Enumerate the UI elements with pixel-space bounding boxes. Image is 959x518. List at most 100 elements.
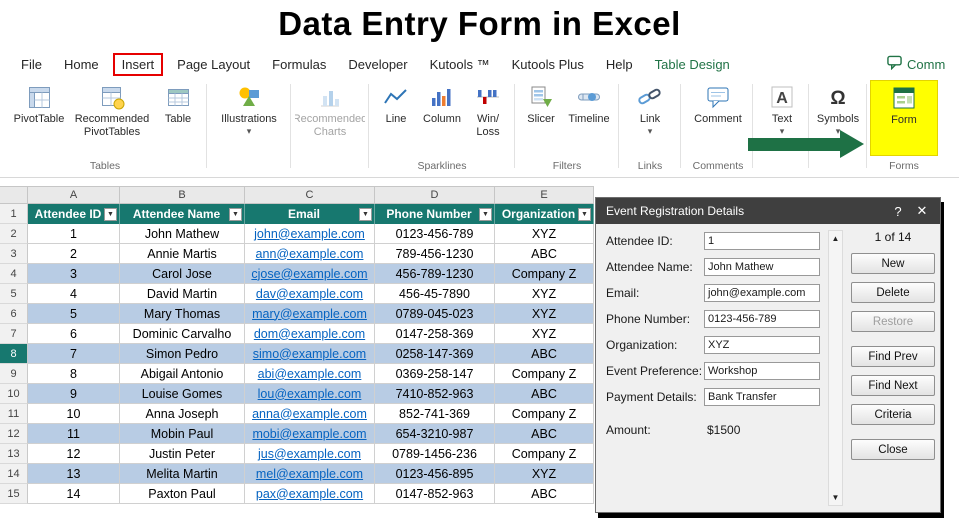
header-organization[interactable]: Organization ▼ — [495, 204, 594, 224]
cell-attendee-name[interactable]: Carol Jose — [120, 264, 245, 284]
cell-attendee-id[interactable]: 7 — [28, 344, 120, 364]
cell-email[interactable]: abi@example.com — [245, 364, 375, 384]
cell-email[interactable]: lou@example.com — [245, 384, 375, 404]
cell-attendee-name[interactable]: Mobin Paul — [120, 424, 245, 444]
recommended-charts-button[interactable]: Recommended Charts — [295, 80, 365, 141]
row-number[interactable]: 11 — [0, 404, 28, 424]
header-email[interactable]: Email ▼ — [245, 204, 375, 224]
cell-attendee-id[interactable]: 5 — [28, 304, 120, 324]
ribbon-tab[interactable]: Help — [595, 53, 644, 76]
cell-email[interactable]: dom@example.com — [245, 324, 375, 344]
line-sparkline-button[interactable]: Line — [375, 80, 417, 129]
link-button[interactable]: Link ▾ — [625, 80, 675, 138]
cell-attendee-id[interactable]: 14 — [28, 484, 120, 504]
select-all-corner[interactable] — [0, 187, 28, 203]
column-header-d[interactable]: D — [375, 187, 495, 203]
cell-attendee-name[interactable]: Dominic Carvalho — [120, 324, 245, 344]
column-header-c[interactable]: C — [245, 187, 375, 203]
cell-phone-number[interactable]: 456-45-7890 — [375, 284, 495, 304]
cell-organization[interactable]: ABC — [495, 484, 594, 504]
ribbon-tab[interactable]: Developer — [337, 53, 418, 76]
ribbon-tab[interactable]: Page Layout — [166, 53, 261, 76]
field-input[interactable]: XYZ — [704, 335, 820, 354]
scroll-down-icon[interactable]: ▼ — [829, 490, 842, 505]
field-input[interactable]: Workshop — [704, 361, 820, 380]
illustrations-button[interactable]: Illustrations ▾ — [211, 80, 287, 138]
row-number[interactable]: 7 — [0, 324, 28, 344]
field-input[interactable]: Bank Transfer — [704, 387, 820, 406]
row-number[interactable]: 8 — [0, 344, 28, 364]
column-header-b[interactable]: B — [120, 187, 245, 203]
cell-attendee-name[interactable]: Melita Martin — [120, 464, 245, 484]
ribbon-tab[interactable]: Kutools Plus — [501, 53, 595, 76]
dialog-button[interactable]: Find Next — [851, 375, 935, 396]
dialog-button[interactable]: Close — [851, 439, 935, 460]
cell-attendee-id[interactable]: 13 — [28, 464, 120, 484]
cell-email[interactable]: dav@example.com — [245, 284, 375, 304]
cell-attendee-id[interactable]: 2 — [28, 244, 120, 264]
filter-icon[interactable]: ▼ — [359, 207, 372, 221]
cell-organization[interactable]: ABC — [495, 384, 594, 404]
filter-icon[interactable]: ▼ — [578, 207, 591, 221]
win-loss-sparkline-button[interactable]: Win/ Loss — [467, 80, 509, 141]
cell-attendee-id[interactable]: 1 — [28, 224, 120, 244]
row-number[interactable]: 10 — [0, 384, 28, 404]
cell-attendee-id[interactable]: 8 — [28, 364, 120, 384]
ribbon-tab[interactable]: Kutools ™ — [419, 53, 501, 76]
row-number[interactable]: 1 — [0, 204, 28, 224]
cell-email[interactable]: mobi@example.com — [245, 424, 375, 444]
cell-phone-number[interactable]: 0258-147-369 — [375, 344, 495, 364]
cell-email[interactable]: john@example.com — [245, 224, 375, 244]
dialog-button[interactable]: New — [851, 253, 935, 274]
cell-organization[interactable]: Company Z — [495, 364, 594, 384]
cell-organization[interactable]: ABC — [495, 244, 594, 264]
recommended-pivottables-button[interactable]: Recommended PivotTables — [70, 80, 154, 141]
dialog-scrollbar[interactable]: ▲ ▼ — [828, 230, 843, 506]
field-input[interactable]: john@example.com — [704, 283, 820, 302]
timeline-button[interactable]: Timeline — [563, 80, 615, 129]
cell-email[interactable]: mary@example.com — [245, 304, 375, 324]
dialog-help-icon[interactable]: ? — [886, 204, 910, 219]
cell-attendee-name[interactable]: Simon Pedro — [120, 344, 245, 364]
column-header-e[interactable]: E — [495, 187, 594, 203]
cell-attendee-id[interactable]: 6 — [28, 324, 120, 344]
cell-organization[interactable]: XYZ — [495, 224, 594, 244]
pivottable-button[interactable]: PivotTable — [8, 80, 70, 129]
cell-attendee-id[interactable]: 11 — [28, 424, 120, 444]
ribbon-tab[interactable]: File — [10, 53, 53, 76]
dialog-button[interactable]: Find Prev — [851, 346, 935, 367]
cell-phone-number[interactable]: 0123-456-895 — [375, 464, 495, 484]
field-input[interactable]: 1 — [704, 231, 820, 250]
row-number[interactable]: 4 — [0, 264, 28, 284]
cell-email[interactable]: ann@example.com — [245, 244, 375, 264]
cell-email[interactable]: jus@example.com — [245, 444, 375, 464]
row-number[interactable]: 5 — [0, 284, 28, 304]
cell-phone-number[interactable]: 456-789-1230 — [375, 264, 495, 284]
column-sparkline-button[interactable]: Column — [417, 80, 467, 129]
cell-attendee-name[interactable]: Paxton Paul — [120, 484, 245, 504]
cell-organization[interactable]: XYZ — [495, 284, 594, 304]
cell-phone-number[interactable]: 654-3210-987 — [375, 424, 495, 444]
comment-button[interactable]: Comment — [687, 80, 749, 129]
cell-email[interactable]: pax@example.com — [245, 484, 375, 504]
column-header-a[interactable]: A — [28, 187, 120, 203]
cell-email[interactable]: cjose@example.com — [245, 264, 375, 284]
row-number[interactable]: 12 — [0, 424, 28, 444]
cell-attendee-name[interactable]: Abigail Antonio — [120, 364, 245, 384]
cell-attendee-id[interactable]: 12 — [28, 444, 120, 464]
field-input[interactable]: 0123-456-789 — [704, 309, 820, 328]
cell-attendee-id[interactable]: 10 — [28, 404, 120, 424]
cell-organization[interactable]: ABC — [495, 344, 594, 364]
cell-phone-number[interactable]: 7410-852-963 — [375, 384, 495, 404]
scroll-up-icon[interactable]: ▲ — [829, 231, 842, 246]
cell-attendee-name[interactable]: Anna Joseph — [120, 404, 245, 424]
cell-phone-number[interactable]: 0147-852-963 — [375, 484, 495, 504]
header-attendee-name[interactable]: Attendee Name ▼ — [120, 204, 245, 224]
cell-attendee-name[interactable]: John Mathew — [120, 224, 245, 244]
cell-email[interactable]: mel@example.com — [245, 464, 375, 484]
dialog-titlebar[interactable]: Event Registration Details ? ✕ — [596, 198, 940, 224]
row-number[interactable]: 2 — [0, 224, 28, 244]
table-button[interactable]: Table — [154, 80, 202, 129]
cell-attendee-id[interactable]: 3 — [28, 264, 120, 284]
cell-organization[interactable]: Company Z — [495, 404, 594, 424]
